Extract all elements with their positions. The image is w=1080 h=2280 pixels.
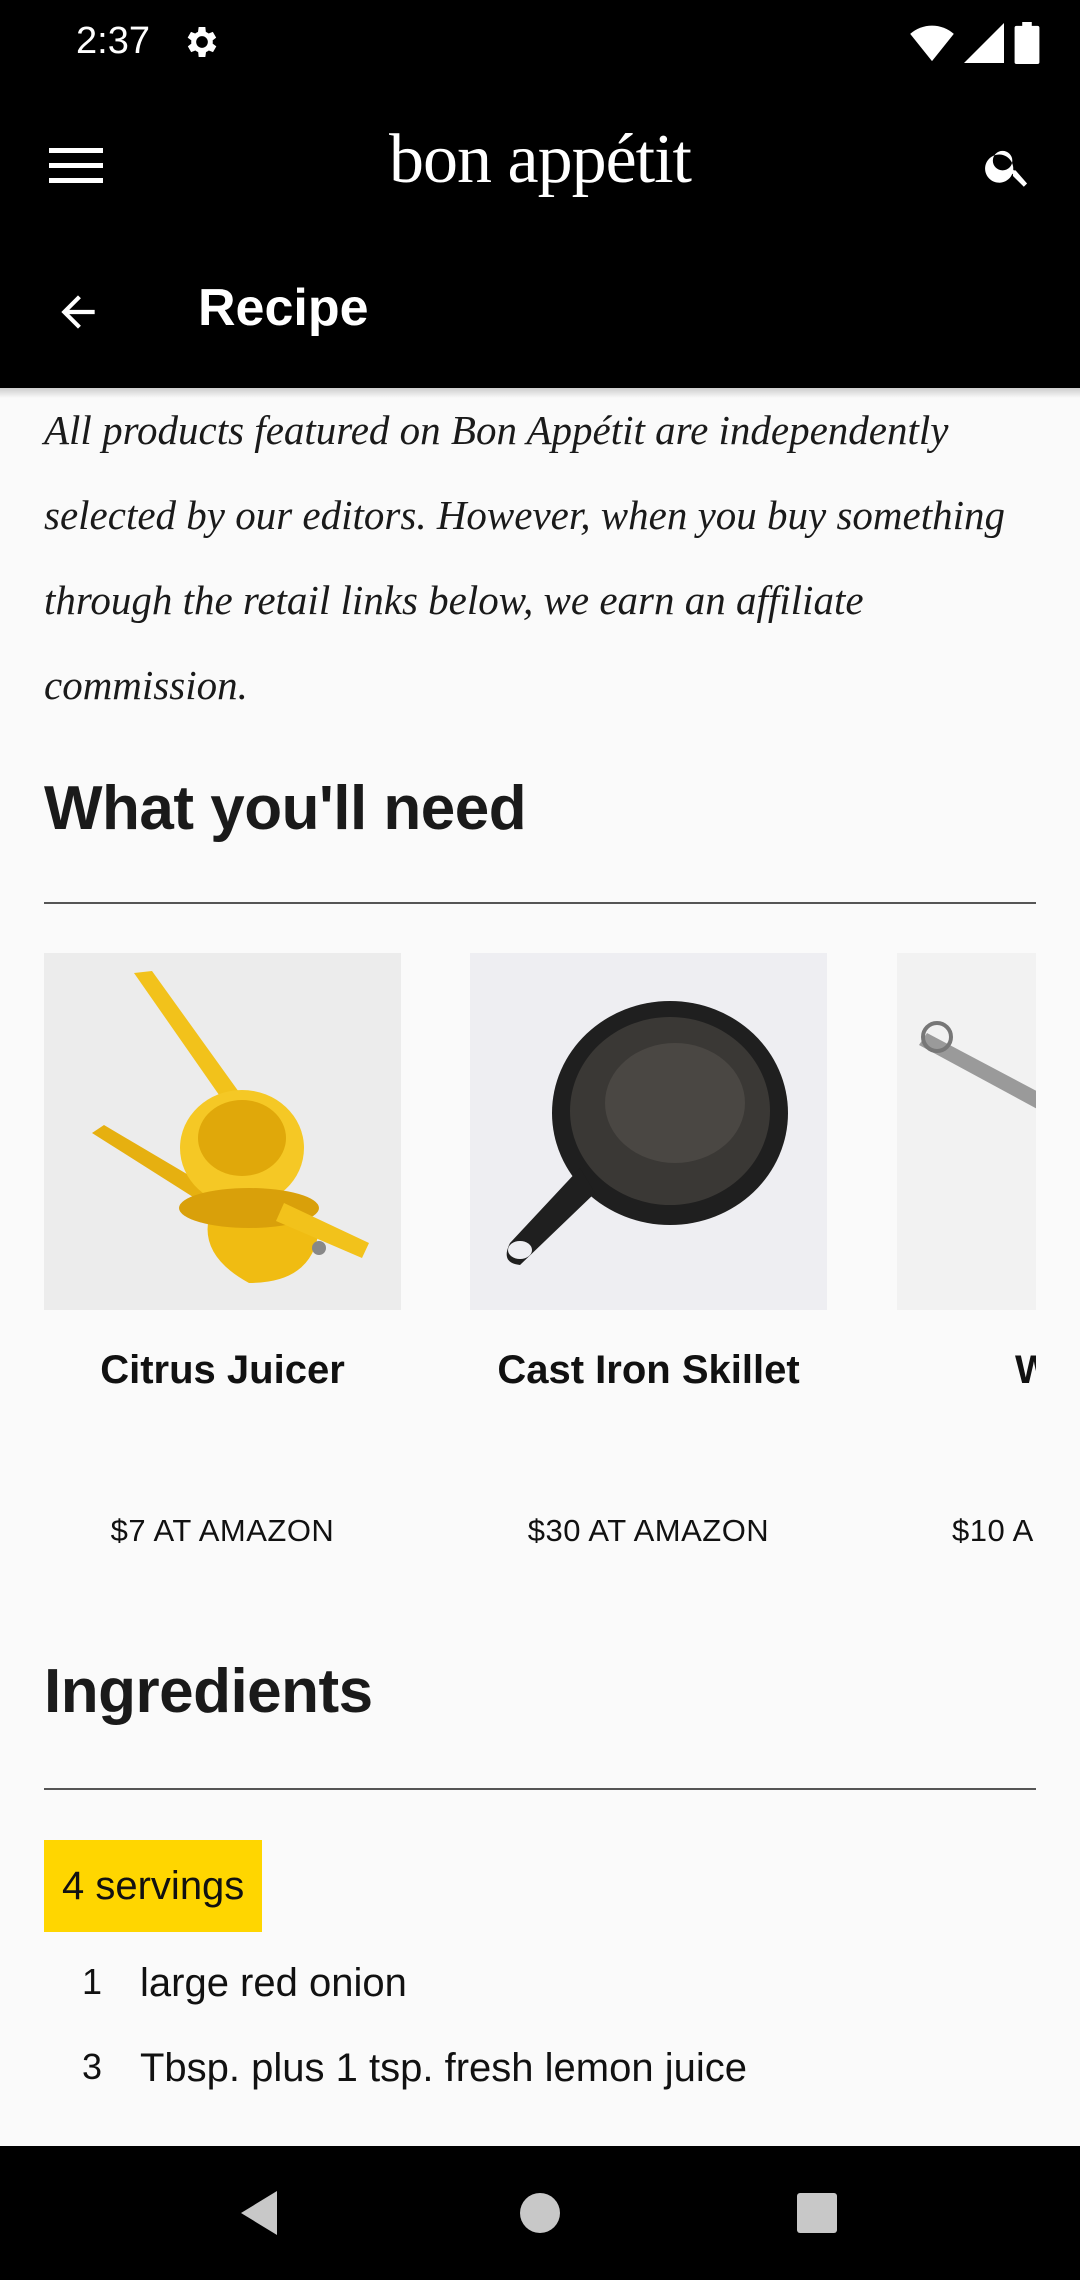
divider xyxy=(44,902,1036,904)
ingredient-row: 1 large red onion xyxy=(44,1961,407,2006)
ingredient-text: Tbsp. plus 1 tsp. fresh lemon juice xyxy=(140,2046,747,2090)
product-name[interactable]: Cast Iron Skillet xyxy=(470,1348,827,1393)
status-time: 2:37 xyxy=(76,20,150,62)
status-bar: 2:37 xyxy=(0,0,1080,88)
ingredients-heading: Ingredients xyxy=(44,1657,373,1726)
divider xyxy=(44,1788,1036,1790)
system-nav-bar xyxy=(0,2146,1080,2280)
app-bar: bon appétit Recipe xyxy=(0,88,1080,388)
page-title: Recipe xyxy=(198,279,369,337)
nav-recents-icon xyxy=(797,2193,837,2233)
what-you-need-heading: What you'll need xyxy=(44,774,527,843)
recipe-content[interactable]: All products featured on Bon Appétit are… xyxy=(0,388,1080,2146)
ingredient-quantity: 3 xyxy=(81,2046,103,2087)
back-button[interactable] xyxy=(40,274,116,350)
ingredient-row: 3 Tbsp. plus 1 tsp. fresh lemon juice xyxy=(44,2046,747,2091)
nav-back-icon xyxy=(241,2191,277,2235)
carousel-edge xyxy=(1036,953,1080,1753)
search-button[interactable] xyxy=(970,128,1046,204)
product-price-link[interactable]: $7 AT AMAZON xyxy=(44,1513,401,1549)
nav-home-icon xyxy=(520,2193,560,2233)
product-price-link[interactable]: $30 AT AMAZON xyxy=(470,1513,827,1549)
nav-back-button[interactable] xyxy=(224,2178,294,2248)
product-card-cast-iron-skillet[interactable]: Cast Iron Skillet $30 AT AMAZON xyxy=(470,953,827,1548)
affiliate-disclaimer: All products featured on Bon Appétit are… xyxy=(44,407,1006,708)
battery-icon xyxy=(1014,22,1040,69)
nav-recents-button[interactable] xyxy=(782,2178,852,2248)
ingredient-text: large red onion xyxy=(140,1961,407,2005)
nav-home-button[interactable] xyxy=(505,2178,575,2248)
citrus-juicer-image[interactable] xyxy=(44,953,401,1310)
search-icon xyxy=(985,150,1028,187)
wifi-icon xyxy=(910,23,954,68)
brand-logo: bon appétit xyxy=(389,121,692,198)
signal-icon xyxy=(964,23,1004,68)
cast-iron-skillet-image[interactable] xyxy=(470,953,827,1310)
product-name[interactable]: Citrus Juicer xyxy=(44,1348,401,1393)
ingredient-quantity: 1 xyxy=(81,1961,103,2002)
gear-icon xyxy=(182,22,222,62)
product-card-citrus-juicer[interactable]: Citrus Juicer $7 AT AMAZON xyxy=(44,953,401,1548)
arrow-back-icon xyxy=(61,295,95,329)
servings-selector[interactable]: 4 servings xyxy=(44,1840,263,1932)
